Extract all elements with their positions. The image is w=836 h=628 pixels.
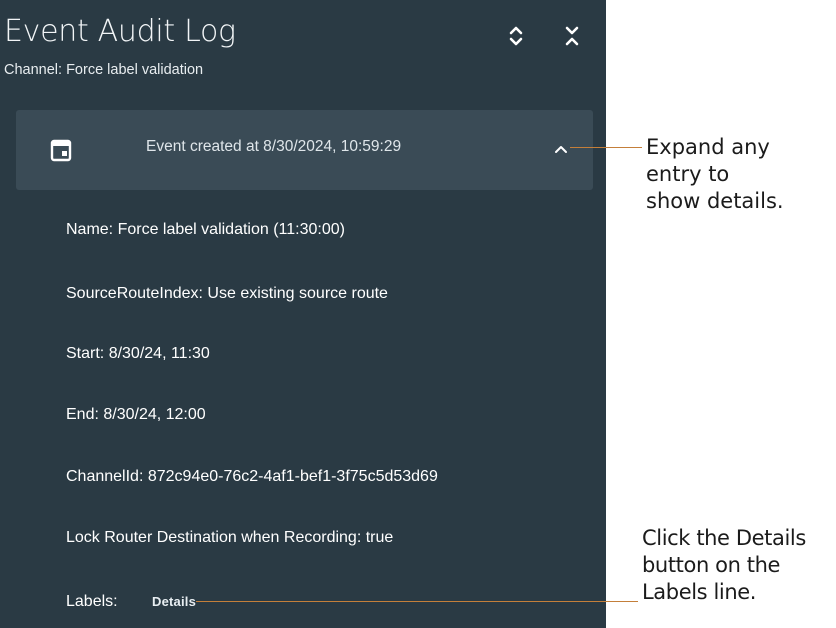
detail-label: Start: xyxy=(66,345,109,362)
audit-entry-header[interactable]: Event created at 8/30/2024, 10:59:29 xyxy=(16,110,593,190)
detail-end: End: 8/30/24, 12:00 xyxy=(66,406,206,424)
unfold-more-icon xyxy=(509,26,523,46)
detail-source-route-index: SourceRouteIndex: Use existing source ro… xyxy=(66,285,388,303)
chevron-up-icon[interactable] xyxy=(552,140,570,158)
detail-value: true xyxy=(365,529,394,546)
expand-all-button[interactable] xyxy=(502,16,530,56)
callout-leader-line xyxy=(570,147,642,148)
detail-label: Lock Router Destination when Recording: xyxy=(66,529,366,546)
detail-labels: Labels: xyxy=(66,593,118,611)
detail-value: 872c94e0-76c2-4af1-bef1-3f75c5d53d69 xyxy=(147,468,438,485)
unfold-less-icon xyxy=(565,26,579,46)
callout-line: button on the xyxy=(642,553,781,577)
callout-line: entry to xyxy=(646,162,730,186)
detail-value: Use existing source route xyxy=(207,285,388,302)
labels-details-button[interactable]: Details xyxy=(152,594,196,609)
entry-title: Event created at 8/30/2024, 10:59:29 xyxy=(146,138,402,155)
detail-value: Force label validation (11:30:00) xyxy=(117,221,345,238)
details-callout: Click the Details button on the Labels l… xyxy=(642,525,806,606)
channel-subtitle: Channel: Force label validation xyxy=(4,62,204,78)
detail-name: Name: Force label validation (11:30:00) xyxy=(66,221,345,239)
expand-callout: Expand any entry to show details. xyxy=(646,134,784,215)
detail-channel-id: ChannelId: 872c94e0-76c2-4af1-bef1-3f75c… xyxy=(66,468,438,486)
event-audit-log-panel: Event Audit Log Channel: Force label val… xyxy=(0,0,606,628)
panel-title: Event Audit Log xyxy=(4,14,236,49)
detail-label: SourceRouteIndex: xyxy=(66,285,208,302)
callout-line: Labels line. xyxy=(642,580,757,604)
detail-value: 8/30/24, 11:30 xyxy=(108,345,210,362)
labels-label: Labels: xyxy=(66,593,118,610)
callout-line: Click the Details xyxy=(642,526,806,550)
detail-label: ChannelId: xyxy=(66,468,148,485)
calendar-icon xyxy=(50,139,72,162)
detail-value: 8/30/24, 12:00 xyxy=(103,406,206,423)
detail-lock-router: Lock Router Destination when Recording: … xyxy=(66,529,393,547)
collapse-all-button[interactable] xyxy=(558,16,586,56)
detail-start: Start: 8/30/24, 11:30 xyxy=(66,345,210,363)
screenshot-canvas: Event Audit Log Channel: Force label val… xyxy=(0,0,836,628)
callout-leader-line xyxy=(196,601,638,602)
callout-line: Expand any xyxy=(646,135,770,159)
detail-label: End: xyxy=(66,406,104,423)
callout-line: show details. xyxy=(646,189,784,213)
detail-label: Name: xyxy=(66,221,118,238)
